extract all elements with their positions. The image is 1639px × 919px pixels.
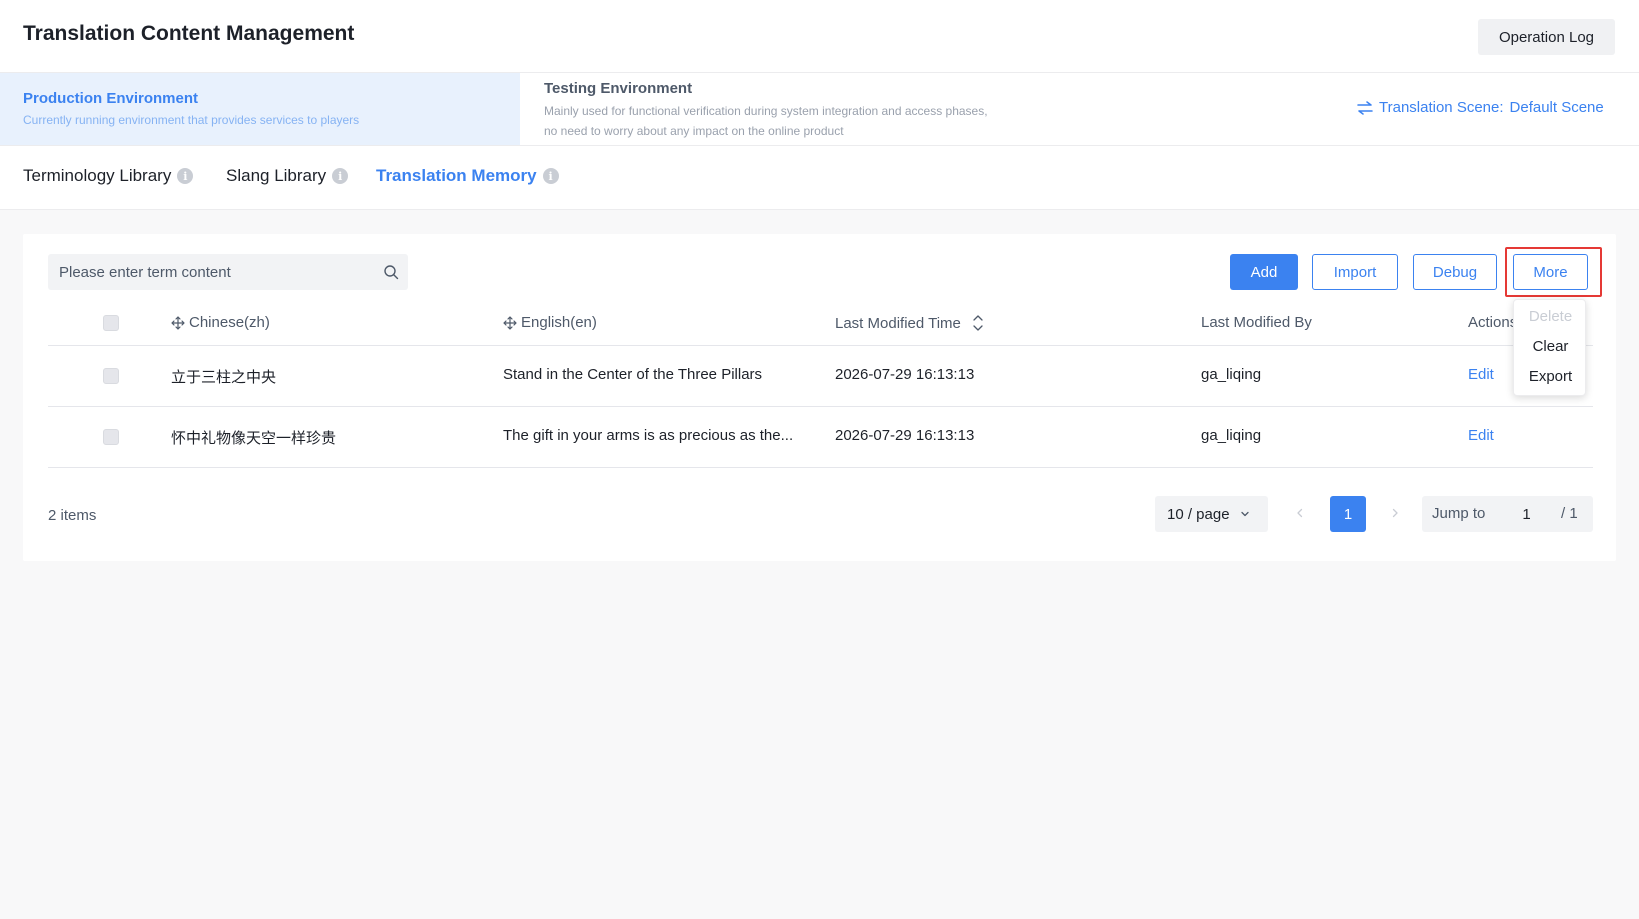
env-testing-description: Mainly used for functional verification … bbox=[544, 104, 988, 138]
column-header-actions: Actions bbox=[1468, 314, 1517, 331]
page-title: Translation Content Management bbox=[23, 22, 355, 45]
cell-modified-by: ga_liqing bbox=[1201, 366, 1262, 383]
column-header-english[interactable]: English(en) bbox=[503, 314, 597, 331]
search-icon[interactable] bbox=[383, 264, 399, 280]
cell-chinese: 立于三柱之中央 bbox=[171, 369, 277, 386]
column-label: Chinese(zh) bbox=[189, 314, 270, 331]
column-header-chinese[interactable]: Chinese(zh) bbox=[171, 314, 270, 331]
cell-modified-time: 2026-07-29 16:13:13 bbox=[835, 427, 975, 444]
jump-total-pages: / 1 bbox=[1561, 505, 1578, 522]
tab-slang-library[interactable]: Slang Library i bbox=[226, 166, 349, 186]
tab-label: Translation Memory bbox=[376, 166, 537, 185]
more-button[interactable]: More bbox=[1513, 254, 1588, 290]
jump-page-input[interactable] bbox=[1498, 499, 1555, 529]
table-header: Chinese(zh) English(en) Last Modified Ti… bbox=[48, 300, 1593, 346]
page-size-select[interactable]: 10 / page bbox=[1155, 496, 1268, 532]
info-icon[interactable]: i bbox=[177, 168, 194, 184]
scene-value: Default Scene bbox=[1509, 99, 1604, 116]
row-checkbox[interactable] bbox=[103, 368, 119, 384]
search-input[interactable] bbox=[48, 254, 378, 290]
operation-log-button[interactable]: Operation Log bbox=[1478, 19, 1615, 55]
add-button[interactable]: Add bbox=[1230, 254, 1298, 290]
table-row: 怀中礼物像天空一样珍贵 The gift in your arms is as … bbox=[48, 407, 1593, 468]
tab-label: Terminology Library bbox=[23, 166, 172, 185]
sort-icon[interactable] bbox=[973, 314, 983, 332]
tab-terminology-library[interactable]: Terminology Library i bbox=[23, 166, 194, 186]
drag-handle-icon[interactable] bbox=[171, 315, 185, 330]
column-label: Last Modified By bbox=[1201, 314, 1312, 331]
drag-handle-icon[interactable] bbox=[503, 315, 517, 330]
menu-item-export[interactable]: Export bbox=[1514, 368, 1587, 385]
cell-english: Stand in the Center of the Three Pillars bbox=[503, 366, 763, 383]
scene-label: Translation Scene: bbox=[1379, 99, 1504, 116]
more-dropdown-menu: Delete Clear Export bbox=[1513, 299, 1586, 396]
library-tabs: Terminology Library i Slang Library i Tr… bbox=[0, 146, 1639, 210]
column-header-modified-by: Last Modified By bbox=[1201, 314, 1312, 331]
cell-english: The gift in your arms is as precious as … bbox=[503, 427, 794, 444]
swap-icon bbox=[1357, 100, 1373, 115]
total-count: 2 items bbox=[48, 507, 97, 524]
column-label: English(en) bbox=[521, 314, 597, 331]
env-testing[interactable]: Testing Environment Mainly used for func… bbox=[520, 73, 1000, 145]
top-bar: Translation Content Management Operation… bbox=[0, 0, 1639, 73]
debug-button[interactable]: Debug bbox=[1413, 254, 1497, 290]
info-icon[interactable]: i bbox=[332, 168, 349, 184]
env-production-title: Production Environment bbox=[23, 90, 199, 107]
page-size-value: 10 / page bbox=[1167, 505, 1230, 523]
tab-translation-memory[interactable]: Translation Memory i bbox=[376, 166, 559, 186]
chevron-down-icon bbox=[1240, 511, 1249, 517]
column-label: Actions bbox=[1468, 314, 1518, 331]
tab-label: Slang Library bbox=[226, 166, 327, 185]
import-button[interactable]: Import bbox=[1312, 254, 1398, 290]
edit-link[interactable]: Edit bbox=[1468, 427, 1494, 444]
row-checkbox[interactable] bbox=[103, 429, 119, 445]
jump-to-page: Jump to / 1 bbox=[1422, 496, 1593, 532]
edit-link[interactable]: Edit bbox=[1468, 366, 1494, 383]
menu-item-clear[interactable]: Clear bbox=[1514, 338, 1587, 355]
select-all-checkbox[interactable] bbox=[103, 315, 119, 331]
page-number-current[interactable]: 1 bbox=[1330, 496, 1366, 532]
env-testing-title: Testing Environment bbox=[544, 80, 693, 97]
search-box bbox=[48, 254, 408, 290]
env-production-description: Currently running environment that provi… bbox=[23, 113, 360, 127]
menu-item-delete: Delete bbox=[1528, 308, 1573, 325]
cell-modified-by: ga_liqing bbox=[1201, 427, 1262, 444]
prev-page-icon[interactable] bbox=[1293, 506, 1307, 520]
cell-chinese: 怀中礼物像天空一样珍贵 bbox=[171, 430, 337, 447]
table-row: 立于三柱之中央 Stand in the Center of the Three… bbox=[48, 346, 1593, 407]
next-page-icon[interactable] bbox=[1388, 506, 1402, 520]
content-card: Add Import Debug More Chinese(zh) Englis… bbox=[23, 234, 1616, 561]
info-icon[interactable]: i bbox=[542, 168, 559, 184]
environment-bar: Production Environment Currently running… bbox=[0, 73, 1639, 146]
translation-scene-selector[interactable]: Translation Scene: Default Scene bbox=[1357, 99, 1604, 116]
cell-modified-time: 2026-07-29 16:13:13 bbox=[835, 366, 975, 383]
env-production[interactable]: Production Environment Currently running… bbox=[0, 73, 520, 145]
column-header-modified-time[interactable]: Last Modified Time bbox=[835, 314, 983, 332]
column-label: Last Modified Time bbox=[835, 314, 961, 332]
jump-label: Jump to bbox=[1432, 505, 1486, 522]
